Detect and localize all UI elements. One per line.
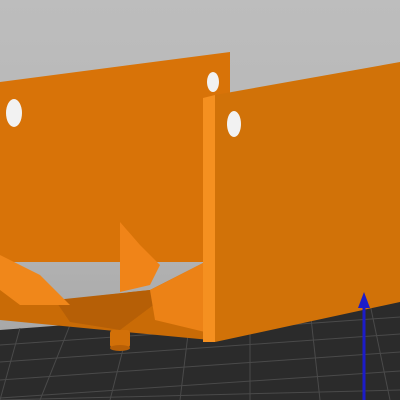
peg-bottom bbox=[110, 345, 130, 351]
left-gusset bbox=[0, 255, 70, 305]
3d-viewport[interactable] bbox=[0, 0, 400, 400]
front-plate-edge bbox=[203, 95, 215, 342]
front-plate-hole bbox=[227, 111, 241, 137]
back-plate bbox=[0, 52, 230, 262]
back-plate-hole-2 bbox=[207, 72, 219, 92]
front-plate bbox=[215, 62, 400, 342]
back-plate-hole bbox=[6, 99, 22, 127]
scene-canvas[interactable] bbox=[0, 0, 400, 400]
bracket-model[interactable] bbox=[0, 52, 400, 351]
